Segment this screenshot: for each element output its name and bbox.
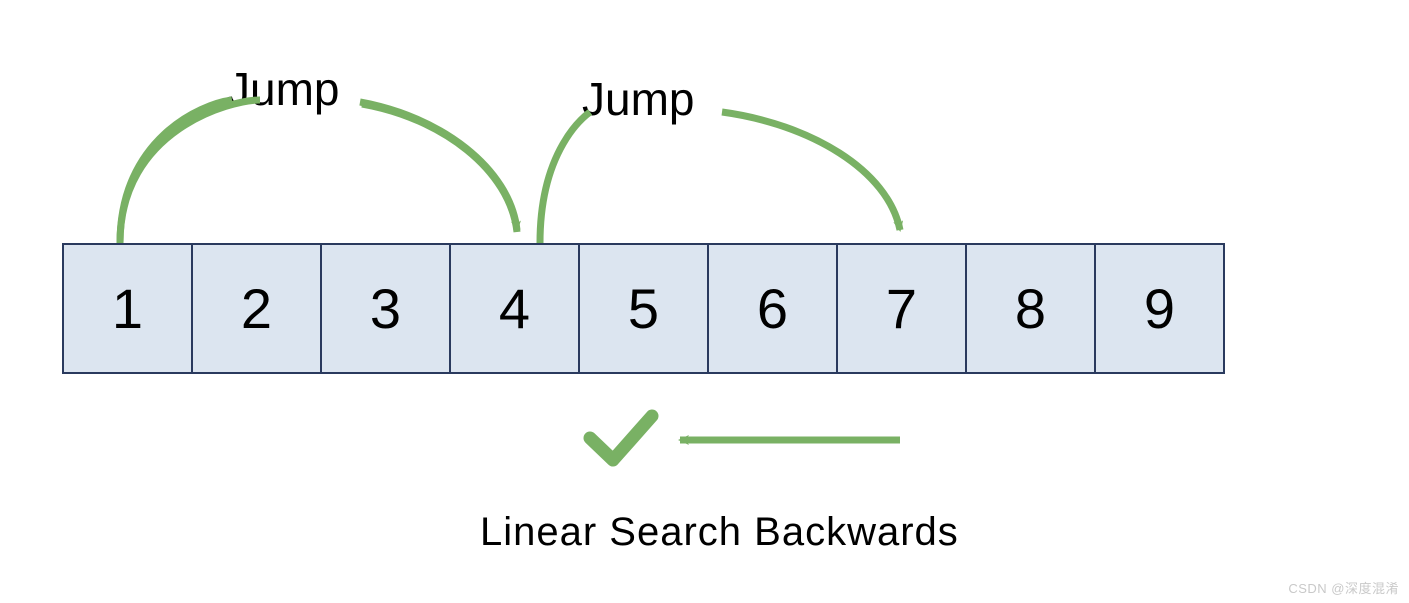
linear-search-label: Linear Search Backwards xyxy=(480,510,959,555)
array-cell: 6 xyxy=(707,243,838,374)
array-cell: 5 xyxy=(578,243,709,374)
check-icon xyxy=(590,416,652,460)
array-cell: 8 xyxy=(965,243,1096,374)
jump-arc-1-left xyxy=(120,100,232,243)
jump-label-1: Jump xyxy=(227,62,339,116)
jump-arc-1-right xyxy=(360,102,517,230)
array-cell: 2 xyxy=(191,243,322,374)
array-cell: 1 xyxy=(62,243,193,374)
array-container: 1 2 3 4 5 6 7 8 9 xyxy=(62,243,1225,374)
jump-label-2: Jump xyxy=(582,72,694,126)
array-cell: 3 xyxy=(320,243,451,374)
jump-arc-2-left xyxy=(540,112,590,243)
jump-arc-1 xyxy=(120,100,517,243)
watermark: CSDN @深度混淆 xyxy=(1288,578,1399,597)
array-cell: 7 xyxy=(836,243,967,374)
jump-arc-2-right xyxy=(722,112,900,230)
array-cell: 4 xyxy=(449,243,580,374)
array-cell: 9 xyxy=(1094,243,1225,374)
